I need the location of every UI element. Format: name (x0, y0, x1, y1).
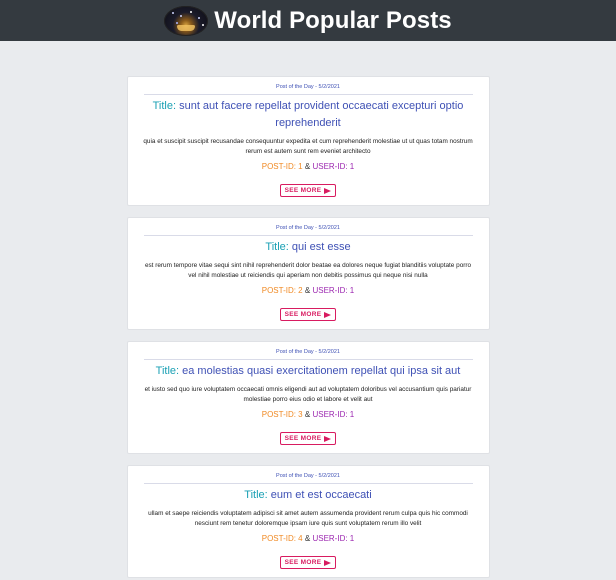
ids-separator: & (304, 162, 311, 171)
see-more-button[interactable]: SEE MORE (279, 556, 337, 569)
post-list: Post of the Day - 5/2/2021 Title: sunt a… (0, 41, 616, 578)
post-ids: POST-ID: 2 & USER-ID: 1 (138, 285, 479, 296)
post-body: et iusto sed quo iure voluptatem occaeca… (144, 386, 472, 403)
post-title: Title: eum et est occaecati (138, 487, 479, 504)
post-id: POST-ID: 1 (261, 162, 303, 171)
title-text: qui est esse (291, 241, 351, 253)
title-text: sunt aut facere repellat provident occae… (179, 100, 464, 129)
post-title: Title: ea molestias quasi exercitationem… (138, 363, 479, 380)
title-text: ea molestias quasi exercitationem repell… (182, 365, 461, 377)
site-title: World Popular Posts (214, 6, 452, 34)
post-date: Post of the Day - 5/2/2021 (143, 225, 473, 236)
post-id: POST-ID: 3 (261, 410, 303, 419)
send-icon (324, 187, 332, 194)
see-more-label: SEE MORE (284, 435, 322, 442)
see-more-button[interactable]: SEE MORE (279, 184, 337, 197)
ids-separator: & (304, 534, 311, 543)
post-title: Title: sunt aut facere repellat providen… (138, 98, 479, 132)
galaxy-book-logo-icon (164, 5, 209, 36)
post-body: ullam et saepe reiciendis voluptatem adi… (148, 510, 468, 527)
user-id: USER-ID: 1 (312, 410, 355, 419)
post-date: Post of the Day - 5/2/2021 (143, 473, 473, 484)
ids-separator: & (304, 286, 311, 295)
post-date: Post of the Day - 5/2/2021 (143, 84, 473, 95)
post-id: POST-ID: 4 (261, 534, 303, 543)
send-icon (324, 559, 332, 566)
see-more-button[interactable]: SEE MORE (279, 432, 337, 445)
see-more-label: SEE MORE (284, 559, 322, 566)
ids-separator: & (304, 410, 311, 419)
see-more-label: SEE MORE (284, 187, 322, 194)
see-more-button[interactable]: SEE MORE (279, 308, 337, 321)
post-ids: POST-ID: 1 & USER-ID: 1 (138, 161, 479, 172)
post-card: Post of the Day - 5/2/2021 Title: ea mol… (126, 341, 490, 454)
title-label: Title: (155, 365, 180, 377)
send-icon (324, 435, 332, 442)
send-icon (324, 311, 332, 318)
title-label: Title: (244, 489, 268, 501)
post-date: Post of the Day - 5/2/2021 (143, 349, 473, 360)
post-card: Post of the Day - 5/2/2021 Title: eum et… (126, 465, 490, 578)
top-navbar: World Popular Posts (0, 0, 616, 41)
user-id: USER-ID: 1 (312, 534, 355, 543)
user-id: USER-ID: 1 (312, 286, 355, 295)
post-title: Title: qui est esse (138, 239, 479, 256)
title-label: Title: (265, 241, 289, 253)
post-ids: POST-ID: 4 & USER-ID: 1 (138, 533, 479, 544)
user-id: USER-ID: 1 (312, 162, 355, 171)
post-id: POST-ID: 2 (261, 286, 303, 295)
post-ids: POST-ID: 3 & USER-ID: 1 (138, 409, 479, 420)
post-body: est rerum tempore vitae sequi sint nihil… (144, 262, 472, 279)
post-body: quia et suscipit suscipit recusandae con… (143, 138, 473, 155)
see-more-label: SEE MORE (284, 311, 322, 318)
post-card: Post of the Day - 5/2/2021 Title: qui es… (126, 217, 490, 330)
title-label: Title: (152, 100, 177, 112)
title-text: eum et est occaecati (270, 489, 372, 501)
post-card: Post of the Day - 5/2/2021 Title: sunt a… (126, 76, 490, 206)
